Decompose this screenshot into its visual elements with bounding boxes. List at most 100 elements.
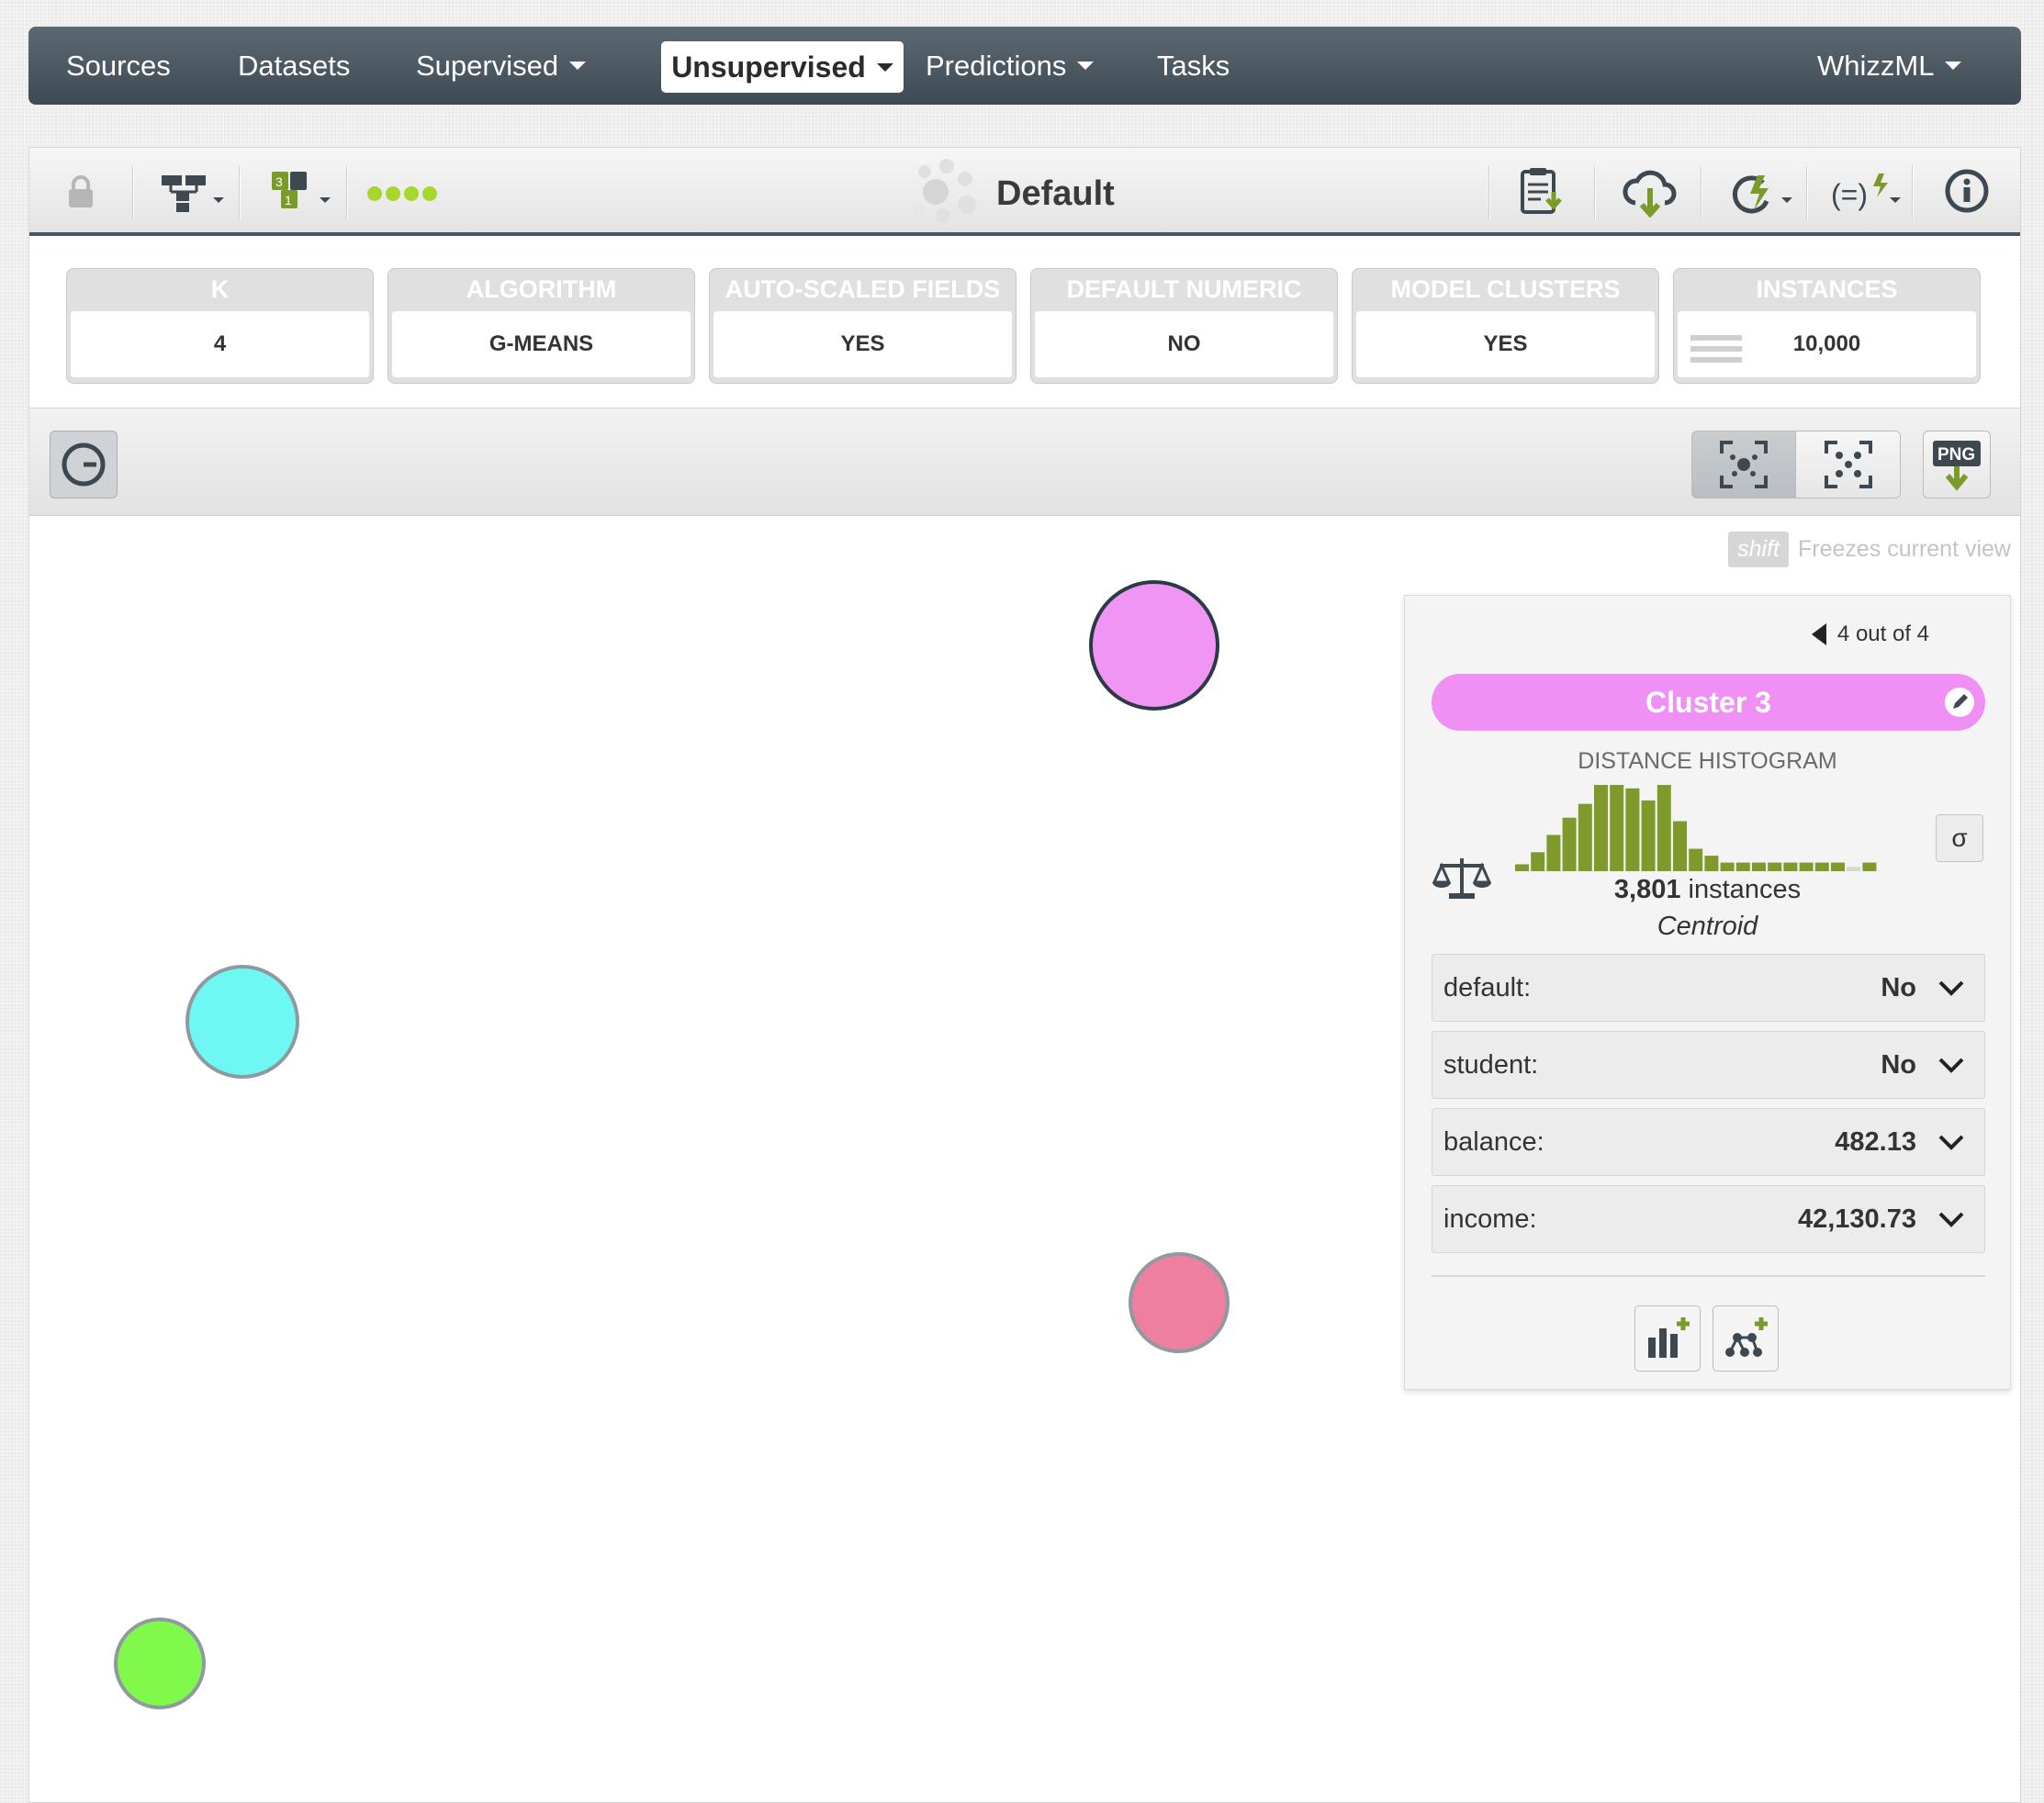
top-nav: Sources Datasets Supervised Unsupervised… [28,27,2021,105]
summary-auto-scaled-value: YES [713,311,1012,377]
summary-default-numeric-label: DEFAULT NUMERIC [1066,275,1302,303]
nav-whizzml-label: WhizzML [1817,49,1935,82]
chevron-down-icon[interactable] [1937,1050,1966,1080]
histogram-bar [1625,788,1640,871]
histogram-bar [1752,862,1766,871]
nav-unsupervised-label: Unsupervised [671,50,866,84]
summary-model-clusters-value: YES [1356,311,1655,377]
histogram-bar [1515,864,1529,871]
previous-cluster-icon[interactable] [1811,623,1826,645]
field-name: default: [1443,972,1532,1002]
cluster-pager: 4 out of 4 [1811,622,1929,647]
toolbar-divider [1488,166,1490,219]
freeze-hint-text: Freezes current view [1797,536,2011,562]
summary-model-clusters-label: MODEL CLUSTERS [1390,275,1621,303]
histogram-bar [1847,867,1861,871]
histogram-bar [1704,856,1719,871]
field-name: income: [1443,1204,1537,1234]
lock-icon[interactable] [66,174,95,215]
export-png-button[interactable]: PNG [1923,431,1991,498]
summary-instances[interactable]: INSTANCES 10,000 [1673,268,1981,384]
spread-clusters-icon [1824,441,1872,488]
chevron-down-icon[interactable] [1937,1127,1966,1157]
toolbar-divider [1912,166,1914,219]
nav-predictions[interactable]: Predictions [926,27,1095,105]
nav-whizzml[interactable]: WhizzML [1817,27,1962,105]
histogram-bar [1546,834,1561,871]
chevron-down-icon[interactable] [1937,1204,1966,1234]
histogram-bar [1594,785,1608,871]
fields-summary-icon[interactable]: 31 [268,168,342,218]
histogram-bar [1799,862,1814,871]
summary-model-clusters: MODEL CLUSTERS YES [1352,268,1659,384]
png-download-icon: PNG [1933,441,1981,491]
focus-cluster-icon [1720,441,1768,488]
field-row-default[interactable]: default: No [1432,954,1985,1022]
toolbar-divider [1806,166,1808,219]
page-title: Default [996,174,1115,213]
zoom-out-view-button[interactable] [1796,431,1901,498]
histogram-bar [1531,852,1545,871]
nav-supervised[interactable]: Supervised [416,27,587,105]
model-tree-icon[interactable] [158,172,231,218]
field-name: student: [1443,1049,1539,1080]
pager-text: 4 out of 4 [1836,622,1929,646]
download-clipboard-icon[interactable] [1517,166,1570,222]
histogram-bar [1783,862,1798,871]
formula-predict-icon[interactable]: (=) [1829,170,1906,220]
nav-datasets[interactable]: Datasets [238,27,350,105]
cluster-instances-count: 3,801 [1613,875,1681,904]
summary-instances-label: INSTANCES [1756,275,1898,303]
cloud-download-icon[interactable] [1623,168,1678,222]
batch-predict-icon[interactable] [1726,170,1800,220]
instances-summary: 3,801 instances [1405,875,2010,905]
nav-sources[interactable]: Sources [66,27,171,105]
field-row-balance[interactable]: balance: 482.13 [1432,1108,1985,1176]
histogram-bar [1673,821,1687,871]
cluster-detail-card: 4 out of 4 Cluster 3 DISTANCE HISTOGRAM … [1404,595,2011,1390]
cluster-bubble-green[interactable] [114,1618,206,1709]
svg-text:1: 1 [285,193,292,207]
cluster-instances-label: instances [1680,875,1802,904]
field-value: No [1881,1049,1916,1080]
histogram-bar [1862,862,1877,871]
cluster-bubble-cyan[interactable] [185,965,299,1079]
history-button[interactable] [50,431,118,498]
sigma-toggle-button[interactable]: σ [1936,814,1983,862]
cluster-bubble-pink[interactable] [1129,1252,1230,1353]
chevron-down-icon [876,62,893,72]
cluster-name-pill: Cluster 3 [1432,674,1985,731]
freeze-hint: shift Freezes current view [1728,532,2011,567]
nav-predictions-label: Predictions [926,49,1067,82]
create-model-button[interactable] [1713,1305,1779,1372]
add-model-icon [1725,1317,1768,1357]
field-row-student[interactable]: student: No [1432,1031,1985,1099]
info-icon[interactable] [1944,168,1990,218]
summary-auto-scaled: AUTO-SCALED FIELDS YES [709,268,1016,384]
chevron-down-icon [1077,62,1095,70]
instances-count: 10,000 [1792,331,1861,356]
chevron-down-icon[interactable] [1937,973,1966,1002]
nav-tasks[interactable]: Tasks [1157,27,1230,105]
cluster-dots-icon[interactable] [365,185,443,207]
create-chart-button[interactable] [1634,1305,1701,1372]
histogram-bar [1689,848,1703,871]
summary-algorithm-label: ALGORITHM [466,275,617,303]
cluster-resource-icon [906,157,983,231]
model-summary: K 4 ALGORITHM G-MEANS AUTO-SCALED FIELDS… [66,268,1985,384]
nav-sources-label: Sources [66,49,171,82]
nav-unsupervised[interactable]: Unsupervised [661,41,904,93]
zoom-in-view-button[interactable] [1691,431,1796,498]
cluster-name: Cluster 3 [1645,685,1771,719]
cluster-3-bubble[interactable] [1089,580,1219,711]
histogram-bar [1610,785,1624,871]
summary-k-label: K [210,275,230,303]
histogram-bar [1578,803,1592,871]
edit-cluster-name-button[interactable] [1945,688,1974,717]
nav-tasks-label: Tasks [1157,49,1230,82]
summary-k: K 4 [66,268,374,384]
cluster-panel: 31 Default (=) K 4 ALGORITHM G-MEANS AUT… [28,147,2021,1803]
summary-k-value: 4 [71,311,369,377]
field-row-income[interactable]: income: 42,130.73 [1432,1185,1985,1253]
histogram-bar [1768,862,1782,871]
